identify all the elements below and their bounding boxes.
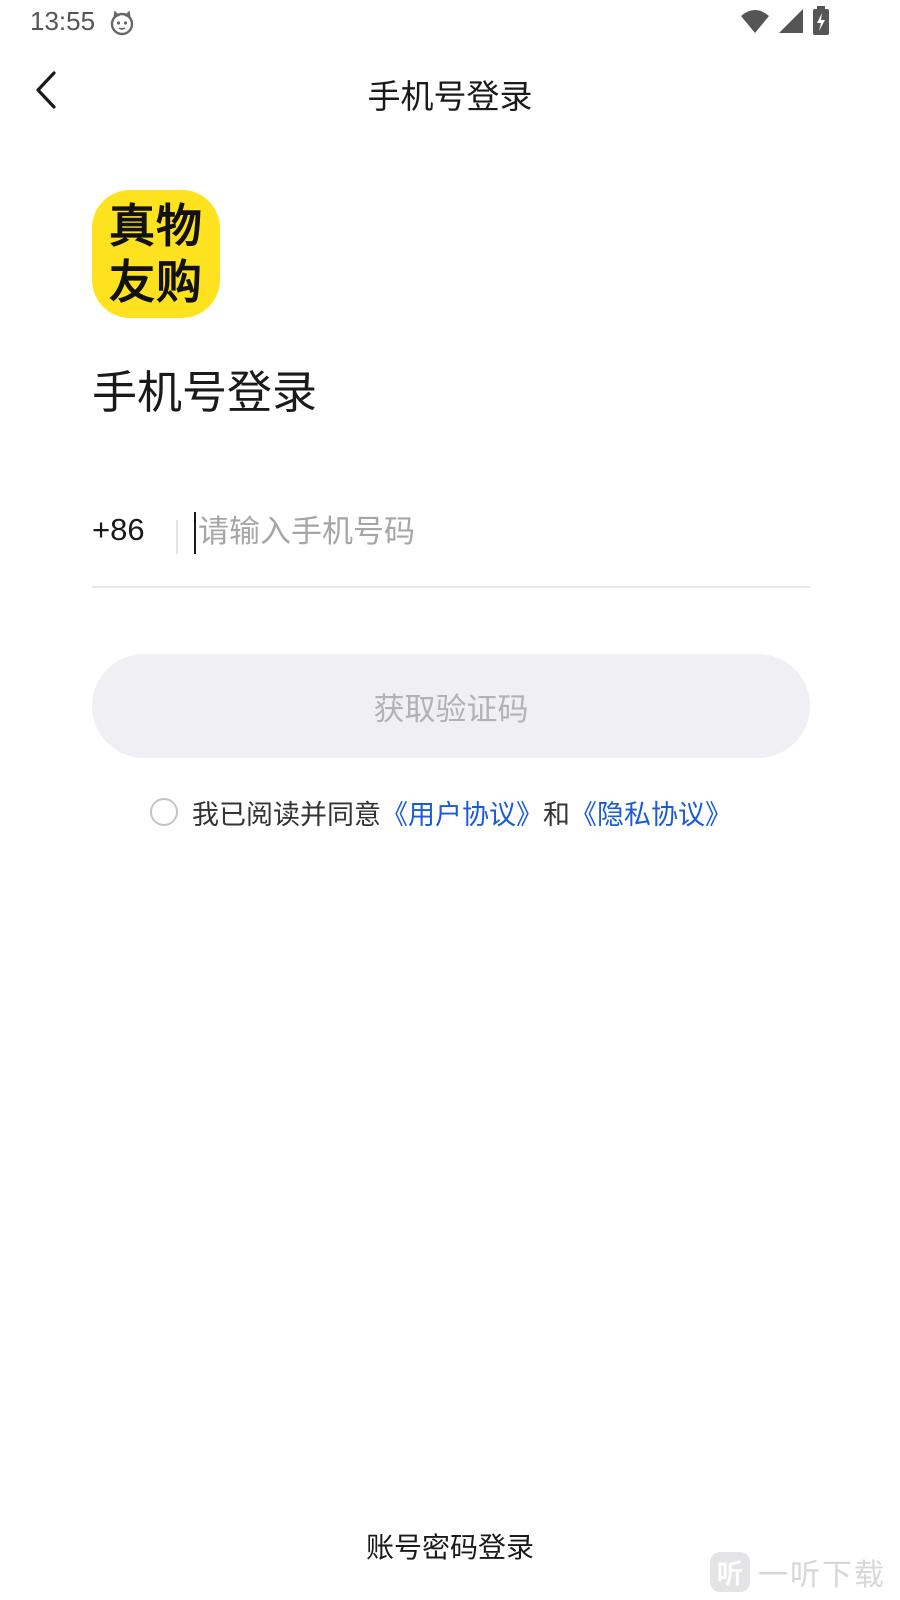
agreement-conjunction: 和 <box>543 799 570 831</box>
watermark: 听 一听下载 <box>710 1550 886 1594</box>
agreement-prefix: 我已阅读并同意 <box>192 799 381 831</box>
watermark-logo: 听 <box>710 1552 750 1592</box>
wifi-icon <box>740 7 770 39</box>
get-verification-code-button[interactable]: 获取验证码 <box>92 654 810 758</box>
watermark-text: 一听下载 <box>758 1558 886 1593</box>
battery-charging-icon <box>812 6 830 40</box>
app-logo: 真物 友购 <box>92 190 220 318</box>
agreement-checkbox[interactable] <box>150 798 178 826</box>
text-cursor <box>194 512 196 554</box>
agreement-row: 我已阅读并同意 《用户协议》 和 《隐私协议》 <box>150 792 732 832</box>
status-time: 13:55 <box>30 6 96 36</box>
logo-text-line-2: 友购 <box>109 255 203 309</box>
cat-face-icon <box>109 10 135 40</box>
logo-text-line-1: 真物 <box>109 199 203 253</box>
user-agreement-link[interactable]: 《用户协议》 <box>381 793 543 832</box>
privacy-agreement-link[interactable]: 《隐私协议》 <box>570 793 732 832</box>
country-code[interactable]: +86 <box>92 512 145 548</box>
country-code-divider <box>176 520 178 554</box>
cellular-signal-icon <box>778 7 804 39</box>
phone-input-row: +86 <box>92 498 810 588</box>
navigation-bar: 手机号登录 <box>0 56 900 132</box>
page-heading: 手机号登录 <box>92 366 318 419</box>
status-icons <box>740 6 830 40</box>
nav-title: 手机号登录 <box>367 77 533 116</box>
phone-number-input[interactable] <box>194 504 798 560</box>
status-bar: 13:55 <box>0 0 900 46</box>
